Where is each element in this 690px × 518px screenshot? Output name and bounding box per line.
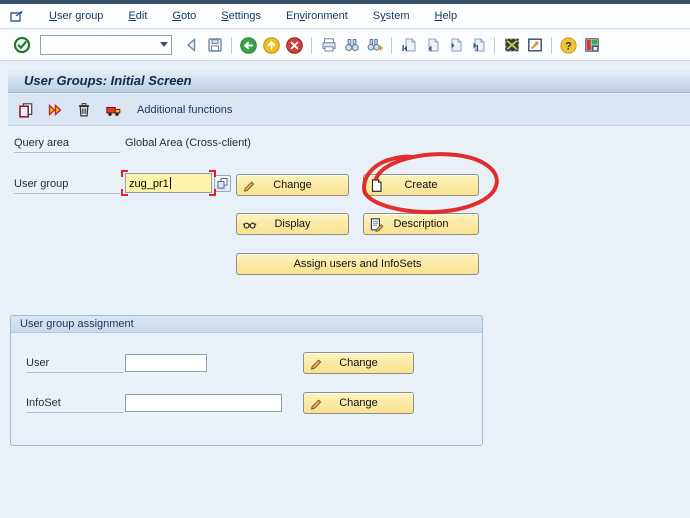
execute-icon (48, 103, 62, 116)
delete-button[interactable] (73, 99, 95, 121)
document-pencil-icon (369, 217, 384, 232)
menu-help[interactable]: Help (431, 8, 460, 24)
find-button[interactable] (340, 34, 363, 56)
enter-check-icon (13, 36, 30, 54)
customize-layout-button[interactable] (580, 34, 603, 56)
standard-toolbar: ? (0, 30, 690, 61)
sap-window: User group Edit Goto Settings Environmen… (0, 0, 690, 518)
matchcode-button[interactable] (214, 175, 231, 192)
menu-environment[interactable]: Environment (283, 8, 351, 24)
user-group-assignment-box: User group assignment (10, 315, 483, 446)
find-binoculars-icon (344, 39, 359, 51)
pencil-icon (309, 356, 324, 371)
pencil-icon (242, 178, 257, 193)
svg-text:?: ? (565, 40, 572, 52)
customize-layout-icon (584, 38, 599, 52)
application-toolbar: Additional functions (8, 94, 690, 126)
menu-goto[interactable]: Goto (169, 8, 199, 24)
find-next-icon (367, 39, 383, 51)
execute-button[interactable] (44, 99, 66, 121)
last-page-button[interactable] (466, 34, 489, 56)
menu-bar: User group Edit Goto Settings Environmen… (0, 4, 690, 29)
previous-page-button[interactable] (420, 34, 443, 56)
additional-functions-label[interactable]: Additional functions (137, 104, 232, 116)
cancel-x-icon (286, 36, 303, 54)
query-area-label: Query area (14, 137, 120, 153)
matchcode-icon (217, 178, 228, 189)
menu-settings[interactable]: Settings (218, 8, 264, 24)
query-area-value: Global Area (Cross-client) (125, 137, 251, 149)
shortcut-icon (527, 38, 542, 52)
help-icon: ? (560, 36, 577, 54)
find-next-button[interactable] (363, 34, 386, 56)
display-button[interactable]: Display (236, 213, 349, 235)
save-disk-icon (207, 38, 222, 52)
transport-truck-icon (105, 106, 120, 116)
next-page-button[interactable] (443, 34, 466, 56)
infoset-input[interactable] (125, 394, 282, 412)
print-button[interactable] (317, 34, 340, 56)
print-icon (322, 38, 335, 52)
create-button[interactable]: Create (363, 174, 479, 196)
toolbar-divider (494, 36, 495, 54)
new-document-icon (369, 178, 384, 193)
infoset-label: InfoSet (26, 397, 124, 413)
menu-edit[interactable]: Edit (125, 8, 150, 24)
save-button[interactable] (203, 34, 226, 56)
first-page-icon (402, 38, 415, 52)
help-button[interactable]: ? (557, 34, 580, 56)
pencil-icon (309, 396, 324, 411)
new-session-icon (504, 38, 519, 52)
back-arrow-icon (240, 36, 257, 54)
change-button[interactable]: Change (236, 174, 349, 196)
trash-icon (79, 102, 89, 116)
text-cursor (169, 177, 171, 189)
user-group-label: User group (14, 178, 120, 194)
first-page-button[interactable] (397, 34, 420, 56)
system-menu-icon[interactable] (9, 9, 25, 23)
user-change-button[interactable]: Change (303, 352, 414, 374)
cancel-button[interactable] (283, 34, 306, 56)
previous-page-icon (428, 38, 438, 52)
new-session-button[interactable] (500, 34, 523, 56)
toolbar-divider (231, 36, 232, 54)
last-page-icon (473, 38, 484, 52)
toolbar-divider (391, 36, 392, 54)
glasses-icon (242, 217, 257, 232)
command-dropdown-icon[interactable] (160, 42, 168, 47)
user-input[interactable] (125, 354, 207, 372)
command-field[interactable] (40, 35, 172, 55)
back-nav-button[interactable] (180, 34, 203, 56)
exit-arrow-icon (263, 36, 280, 54)
back-button[interactable] (237, 34, 260, 56)
description-button[interactable]: Description (363, 213, 479, 235)
user-group-input[interactable]: zug_pr1 (125, 173, 212, 193)
page-title: User Groups: Initial Screen (24, 72, 192, 88)
copy-icon (19, 102, 33, 118)
screen-title-bar: User Groups: Initial Screen (8, 68, 690, 93)
enter-button[interactable] (10, 34, 33, 56)
menu-user-group[interactable]: User group (46, 8, 106, 24)
toolbar-divider (551, 36, 552, 54)
toolbar-divider (311, 36, 312, 54)
group-box-header: User group assignment (11, 316, 482, 333)
transport-button[interactable] (102, 99, 124, 121)
create-shortcut-button[interactable] (523, 34, 546, 56)
left-triangle-icon (186, 37, 195, 53)
command-input[interactable] (41, 37, 153, 53)
copy-button[interactable] (15, 99, 37, 121)
next-page-icon (451, 38, 461, 52)
menu-system[interactable]: System (370, 8, 413, 24)
infoset-change-button[interactable]: Change (303, 392, 414, 414)
assign-users-infosets-button[interactable]: Assign users and InfoSets (236, 253, 479, 275)
user-label: User (26, 357, 124, 373)
exit-button[interactable] (260, 34, 283, 56)
